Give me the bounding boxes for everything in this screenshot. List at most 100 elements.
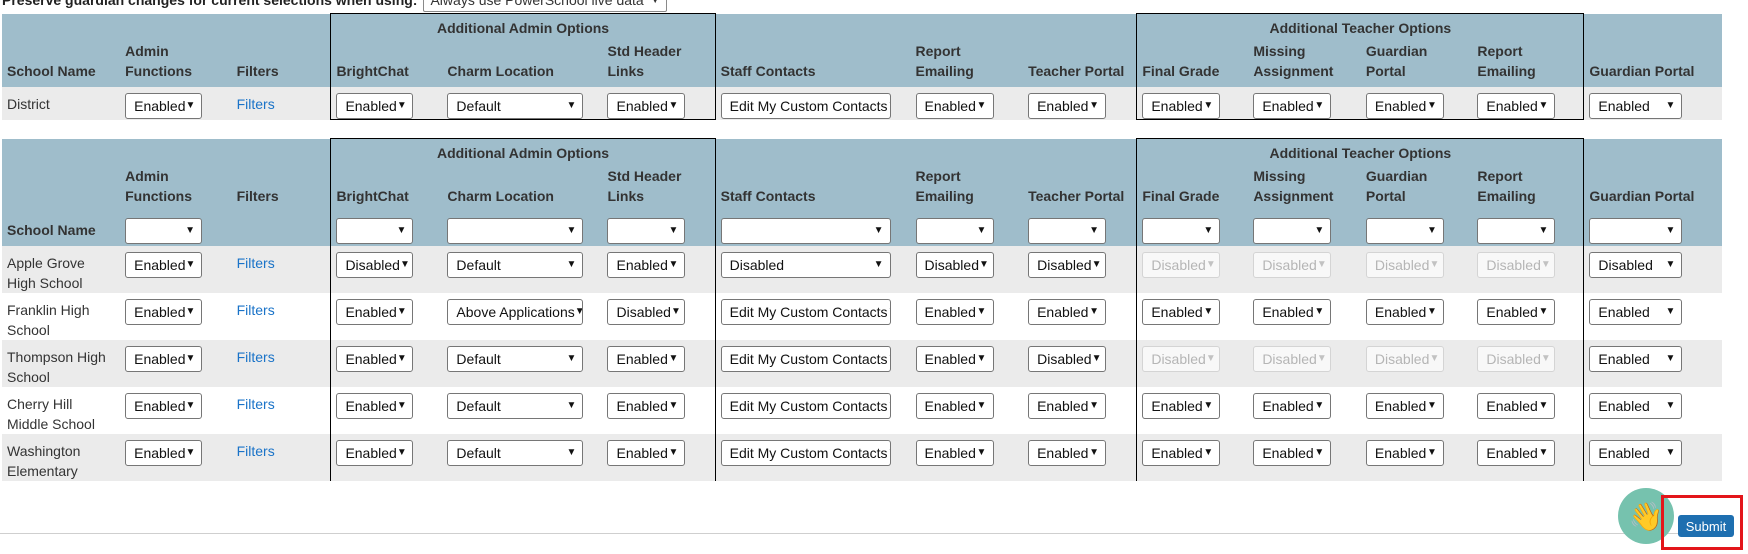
bulk-brightchat-select[interactable]: ▼ xyxy=(336,218,414,244)
report-emailing-teacher-select[interactable]: Enabled ▼ xyxy=(1477,440,1556,466)
final-grade-select: Disabled ▼ xyxy=(1142,346,1221,372)
guardian-portal-teacher-select[interactable]: Enabled ▼ xyxy=(1365,299,1444,325)
report-emailing-teacher-select[interactable]: Enabled ▼ xyxy=(1477,299,1556,325)
missing-assignment-select: Disabled ▼ xyxy=(1253,252,1332,278)
admin-functions-select[interactable]: Enabled ▼ xyxy=(125,299,203,325)
brightchat-select[interactable]: Enabled ▼ xyxy=(336,93,414,119)
final-grade-select[interactable]: Enabled ▼ xyxy=(1142,93,1221,119)
admin-functions-select[interactable]: Enabled ▼ xyxy=(125,252,203,278)
brightchat-select[interactable]: Enabled ▼ xyxy=(336,346,414,372)
report-emailing-select[interactable]: Enabled ▼ xyxy=(915,393,994,419)
charm-location-select[interactable]: Default ▼ xyxy=(447,93,584,119)
missing-assignment-select[interactable]: Enabled ▼ xyxy=(1253,393,1332,419)
report-emailing-select[interactable]: Enabled ▼ xyxy=(915,440,994,466)
report-emailing-teacher-select[interactable]: Enabled ▼ xyxy=(1477,93,1556,119)
std-header-links-select[interactable]: Enabled ▼ xyxy=(607,440,686,466)
admin-functions-select[interactable]: Enabled ▼ xyxy=(125,346,203,372)
staff-contacts-select[interactable]: Edit My Custom Contacts▼ xyxy=(720,299,891,325)
bulk-report-emailing-teacher-select[interactable]: ▼ xyxy=(1477,218,1556,244)
filters-link[interactable]: Filters xyxy=(237,302,275,318)
bulk-staff-contacts-select[interactable]: ▼ xyxy=(720,218,891,244)
brightchat-select[interactable]: Enabled ▼ xyxy=(336,440,414,466)
report-emailing-select[interactable]: Enabled ▼ xyxy=(915,346,994,372)
charm-location-select[interactable]: Default ▼ xyxy=(447,393,584,419)
bulk-guardian-portal-select[interactable]: ▼ xyxy=(1589,218,1683,244)
staff-contacts-select[interactable]: Edit My Custom Contacts▼ xyxy=(720,346,891,372)
brightchat-select[interactable]: Enabled ▼ xyxy=(336,299,414,325)
guardian-portal-select[interactable]: Disabled ▼ xyxy=(1589,252,1683,278)
filters-link[interactable]: Filters xyxy=(237,396,275,412)
filters-link[interactable]: Filters xyxy=(237,349,275,365)
missing-assignment-select[interactable]: Enabled ▼ xyxy=(1253,93,1332,119)
filters-link[interactable]: Filters xyxy=(237,443,275,459)
bulk-admin-functions-select[interactable]: ▼ xyxy=(125,218,203,244)
staff-contacts-select[interactable]: Edit My Custom Contacts▼ xyxy=(720,440,891,466)
report-emailing-teacher-select[interactable]: Enabled ▼ xyxy=(1477,393,1556,419)
final-grade-select[interactable]: Enabled ▼ xyxy=(1142,393,1221,419)
charm-location-select[interactable]: Default ▼ xyxy=(447,440,584,466)
col-std-header-links: Std Header Links xyxy=(602,166,716,212)
std-header-links-select[interactable]: Enabled ▼ xyxy=(607,346,686,372)
guardian-portal-select[interactable]: Enabled ▼ xyxy=(1589,93,1683,119)
charm-location-select[interactable]: Above Applications▼ xyxy=(447,299,584,325)
staff-contacts-select[interactable]: Edit My Custom Contacts▼ xyxy=(720,393,891,419)
school-row: Thompson High School Enabled ▼ Filters Enabl… xyxy=(2,340,1722,387)
bulk-guardian-portal-teacher-select[interactable]: ▼ xyxy=(1365,218,1444,244)
guardian-portal-select[interactable]: Enabled ▼ xyxy=(1589,393,1683,419)
teacher-portal-select[interactable]: Enabled ▼ xyxy=(1028,440,1107,466)
chevron-down-icon: ▼ xyxy=(888,443,890,463)
bulk-teacher-portal-select[interactable]: ▼ xyxy=(1028,218,1107,244)
teacher-options-group-header: Additional Teacher Options xyxy=(1136,138,1585,166)
chevron-down-icon: ▼ xyxy=(1426,400,1437,411)
brightchat-select[interactable]: Enabled ▼ xyxy=(336,393,414,419)
admin-functions-select[interactable]: Enabled ▼ xyxy=(125,393,203,419)
filters-link[interactable]: Filters xyxy=(237,255,275,271)
filters-link[interactable]: Filters xyxy=(237,96,275,112)
final-grade-select[interactable]: Enabled ▼ xyxy=(1142,440,1221,466)
chevron-down-icon: ▼ xyxy=(185,400,196,411)
chevron-down-icon: ▼ xyxy=(1665,306,1676,317)
charm-location-select[interactable]: Default ▼ xyxy=(447,346,584,372)
bulk-report-emailing-select[interactable]: ▼ xyxy=(915,218,994,244)
charm-location-select[interactable]: Default ▼ xyxy=(447,252,584,278)
col-final-grade: Final Grade xyxy=(1136,41,1249,87)
std-header-links-select[interactable]: Disabled ▼ xyxy=(607,299,686,325)
data-source-select[interactable]: Always use PowerSchool live data ▼ xyxy=(423,0,667,12)
report-emailing-select[interactable]: Enabled ▼ xyxy=(915,299,994,325)
guardian-portal-teacher-select[interactable]: Enabled ▼ xyxy=(1365,93,1444,119)
chevron-down-icon: ▼ xyxy=(873,259,884,270)
bulk-missing-assignment-select[interactable]: ▼ xyxy=(1253,218,1332,244)
report-emailing-select[interactable]: Enabled ▼ xyxy=(915,93,994,119)
report-emailing-select[interactable]: Disabled ▼ xyxy=(915,252,994,278)
admin-functions-select[interactable]: Enabled ▼ xyxy=(125,440,203,466)
brightchat-select[interactable]: Disabled ▼ xyxy=(336,252,414,278)
guardian-portal-select[interactable]: Enabled ▼ xyxy=(1589,299,1683,325)
bulk-final-grade-select[interactable]: ▼ xyxy=(1142,218,1221,244)
guardian-portal-teacher-select[interactable]: Enabled ▼ xyxy=(1365,393,1444,419)
bulk-charm-location-select[interactable]: ▼ xyxy=(447,218,584,244)
staff-contacts-select[interactable]: Disabled ▼ xyxy=(720,252,891,278)
guardian-portal-teacher-select[interactable]: Enabled ▼ xyxy=(1365,440,1444,466)
std-header-links-select[interactable]: Enabled ▼ xyxy=(607,252,686,278)
col-staff-contacts: Staff Contacts xyxy=(715,166,911,212)
final-grade-select[interactable]: Enabled ▼ xyxy=(1142,299,1221,325)
missing-assignment-select[interactable]: Enabled ▼ xyxy=(1253,440,1332,466)
guardian-portal-select[interactable]: Enabled ▼ xyxy=(1589,346,1683,372)
std-header-links-select[interactable]: Enabled ▼ xyxy=(607,393,686,419)
admin-functions-select[interactable]: Enabled ▼ xyxy=(125,93,203,119)
staff-contacts-select[interactable]: Edit My Custom Contacts▼ xyxy=(720,93,891,119)
teacher-portal-select[interactable]: Disabled ▼ xyxy=(1028,252,1107,278)
group-spacer xyxy=(715,13,1137,41)
teacher-portal-select[interactable]: Enabled ▼ xyxy=(1028,299,1107,325)
chevron-down-icon: ▼ xyxy=(1203,225,1214,236)
teacher-portal-select[interactable]: Enabled ▼ xyxy=(1028,393,1107,419)
teacher-portal-select[interactable]: Disabled ▼ xyxy=(1028,346,1107,372)
std-header-links-select[interactable]: Enabled ▼ xyxy=(607,93,686,119)
report-emailing-teacher-select: Disabled ▼ xyxy=(1477,252,1556,278)
bulk-std-header-links-select[interactable]: ▼ xyxy=(607,218,686,244)
chevron-down-icon: ▼ xyxy=(671,306,681,317)
guardian-portal-select[interactable]: Enabled ▼ xyxy=(1589,440,1683,466)
chevron-down-icon: ▼ xyxy=(185,225,196,236)
missing-assignment-select[interactable]: Enabled ▼ xyxy=(1253,299,1332,325)
teacher-portal-select[interactable]: Enabled ▼ xyxy=(1028,93,1107,119)
